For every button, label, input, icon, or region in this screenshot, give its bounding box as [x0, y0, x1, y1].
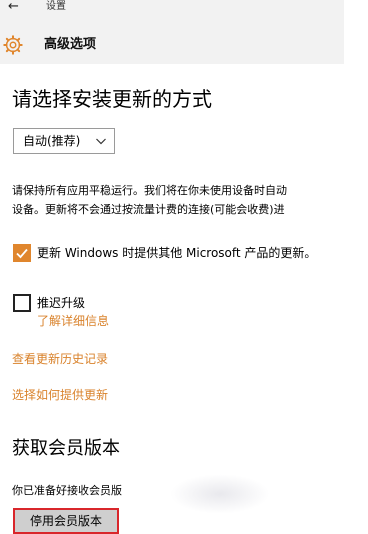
page-title: 高级选项 — [44, 37, 97, 52]
title-bar: ← 设置 — [0, 0, 344, 16]
install-method-dropdown[interactable]: 自动(推荐) — [13, 128, 115, 154]
microsoft-updates-label: 更新 Windows 时提供其他 Microsoft 产品的更新。 — [37, 246, 317, 260]
delivery-options-link[interactable]: 选择如何提供更新 — [12, 387, 108, 403]
description-line-1: 请保持所有应用平稳运行。我们将在你未使用设备时自动 — [12, 184, 287, 197]
stop-insider-button[interactable]: 停用会员版本 — [13, 508, 119, 534]
app-title: 设置 — [46, 1, 66, 12]
dropdown-selected-value: 自动(推荐) — [23, 134, 81, 148]
window-edge — [344, 0, 368, 534]
learn-more-link[interactable]: 了解详细信息 — [37, 313, 109, 329]
insider-status-text: 你已准备好接收会员版 — [12, 484, 122, 497]
page-header: 高级选项 — [0, 16, 344, 64]
insider-heading: 获取会员版本 — [12, 438, 120, 459]
stop-insider-button-label: 停用会员版本 — [29, 514, 102, 528]
microsoft-updates-checkbox[interactable] — [13, 244, 31, 262]
update-history-link[interactable]: 查看更新历史记录 — [12, 351, 108, 367]
image-smudge — [170, 474, 270, 514]
update-description: 请保持所有应用平稳运行。我们将在你未使用设备时自动 设备。更新将不会通过按流量计… — [12, 181, 342, 219]
gear-icon — [3, 35, 23, 55]
chevron-down-icon — [96, 138, 106, 145]
back-arrow-icon[interactable]: ← — [8, 0, 22, 14]
checkmark-icon — [16, 248, 28, 259]
settings-content: 请选择安装更新的方式 自动(推荐) 请保持所有应用平稳运行。我们将在你未使用设备… — [0, 64, 344, 534]
description-line-2: 设备。更新将不会通过按流量计费的连接(可能会收费)进 — [12, 203, 285, 216]
defer-upgrades-label: 推迟升级 — [37, 296, 86, 310]
install-method-heading: 请选择安装更新的方式 — [12, 87, 212, 111]
defer-upgrades-checkbox[interactable] — [13, 294, 31, 312]
